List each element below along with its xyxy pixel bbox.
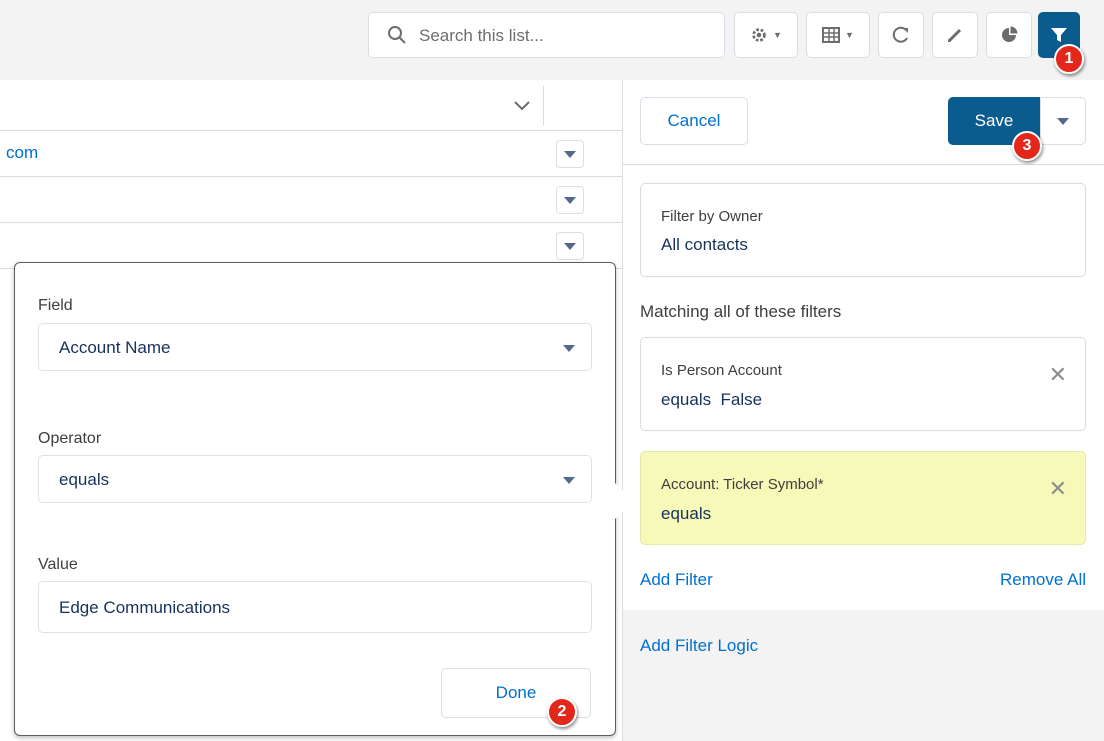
down-arrow-icon [564,196,576,204]
chevron-down-icon [563,477,575,484]
close-icon[interactable]: ✕ [1049,478,1067,500]
owner-filter-value: All contacts [661,235,748,254]
pencil-icon [947,28,962,43]
chevron-down-icon[interactable] [512,95,532,115]
filter-value: equals [661,504,712,523]
down-arrow-icon [564,242,576,250]
down-arrow-icon [564,150,576,158]
row-actions-button[interactable] [556,140,584,168]
filter-value: equals False [661,390,763,409]
filter-label: Is Person Account [661,362,782,379]
popover-arrow [613,481,633,521]
table-view-icon [822,27,841,43]
search-input[interactable] [417,21,711,51]
table-row: com [0,131,622,177]
pie-chart-icon [1002,26,1018,42]
step-badge-1: 1 [1054,44,1084,74]
chevron-down-icon [1057,117,1069,125]
operator-select-value: equals [59,470,110,489]
filter-logic-section: Add Filter Logic [623,610,1104,741]
filter-panel: Cancel Save Filter by Owner All contacts… [622,80,1104,741]
search-box[interactable] [368,12,725,58]
filter-card[interactable]: Is Person Account equals False ✕ [640,337,1086,431]
email-link[interactable]: com [6,143,38,163]
step-badge-3: 3 [1012,131,1042,161]
owner-filter-label: Filter by Owner [661,208,763,225]
add-filter-link[interactable]: Add Filter [640,570,713,590]
operator-label: Operator [38,430,102,447]
filter-by-owner-card[interactable]: Filter by Owner All contacts [640,183,1086,277]
refresh-button[interactable] [878,12,924,58]
step-badge-2: 2 [547,697,577,727]
table-header [0,80,622,131]
gear-icon [752,28,766,42]
value-input-text: Edge Communications [59,598,231,617]
filter-editor-popover: Field Account Name Operator equals Value… [14,262,633,736]
cancel-button[interactable]: Cancel [640,97,748,145]
add-filter-logic-link[interactable]: Add Filter Logic [640,636,758,656]
save-menu-button[interactable] [1040,97,1086,145]
value-input[interactable]: Edge Communications [38,581,592,633]
search-icon [388,26,406,44]
value-label: Value [38,556,78,573]
chevron-down-icon: ▼ [845,30,854,40]
row-actions-button[interactable] [556,186,584,214]
display-as-button[interactable]: ▼ [806,12,870,58]
filter-label: Account: Ticker Symbol* [661,476,824,493]
charts-button[interactable] [986,12,1032,58]
operator-select[interactable]: equals [38,455,592,503]
row-actions-button[interactable] [556,232,584,260]
chevron-down-icon [563,345,575,352]
list-settings-button[interactable]: ▼ [734,12,798,58]
column-divider[interactable] [543,86,544,126]
field-select-value: Account Name [59,338,171,357]
refresh-icon [892,26,908,43]
inline-edit-button[interactable] [932,12,978,58]
filter-icon [1051,28,1067,42]
field-label: Field [38,297,73,314]
remove-all-link[interactable]: Remove All [1000,570,1086,590]
chevron-down-icon: ▼ [773,30,782,40]
filter-card-active[interactable]: Account: Ticker Symbol* equals ✕ [640,451,1086,545]
close-icon[interactable]: ✕ [1049,364,1067,386]
matching-filters-label: Matching all of these filters [640,302,842,321]
field-select[interactable]: Account Name [38,323,592,371]
list-toolbar: ▼ ▼ [0,0,1104,80]
table-row [0,177,622,223]
